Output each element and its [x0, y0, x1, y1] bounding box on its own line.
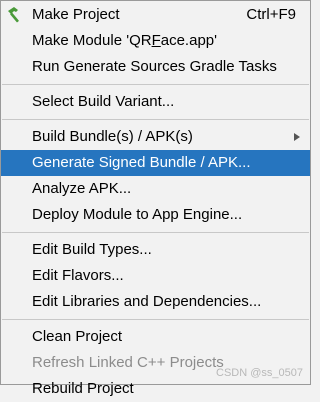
menu-item-make-module[interactable]: Make Module 'QRFace.app' [1, 28, 310, 54]
menu-item-edit-libraries[interactable]: Edit Libraries and Dependencies... [1, 289, 310, 315]
menu-separator [2, 232, 309, 233]
watermark: CSDN @ss_0507 [216, 367, 303, 379]
menu-item-label: Analyze APK... [32, 180, 132, 197]
menu-item-label: Build Bundle(s) / APK(s) [32, 128, 193, 145]
menu-item-label: Rebuild Project [32, 380, 134, 397]
menu-item-generate-signed-bundle[interactable]: Generate Signed Bundle / APK... [1, 150, 310, 176]
menu-separator [2, 119, 309, 120]
menu-item-label: Deploy Module to App Engine... [32, 206, 243, 223]
menu-item-deploy-module[interactable]: Deploy Module to App Engine... [1, 202, 310, 228]
menu-item-edit-build-types[interactable]: Edit Build Types... [1, 237, 310, 263]
shortcut-label: Ctrl+F9 [246, 6, 296, 23]
menu-item-clean-project[interactable]: Clean Project [1, 324, 310, 350]
menu-item-label: Refresh Linked C++ Projects [32, 354, 224, 371]
submenu-arrow-icon [294, 133, 300, 141]
menu-item-build-bundle-apk[interactable]: Build Bundle(s) / APK(s) [1, 124, 310, 150]
menu-item-label: Edit Libraries and Dependencies... [32, 293, 262, 310]
hammer-icon [6, 6, 24, 24]
menu-separator [2, 319, 309, 320]
menu-item-run-generate-sources[interactable]: Run Generate Sources Gradle Tasks [1, 54, 310, 80]
menu-item-make-project[interactable]: Make Project Ctrl+F9 [1, 2, 310, 28]
menu-item-label: Make Module 'QRFace.app' [32, 32, 217, 49]
menu-item-edit-flavors[interactable]: Edit Flavors... [1, 263, 310, 289]
menu-item-label: Clean Project [32, 328, 123, 345]
menu-item-label: Select Build Variant... [32, 93, 175, 110]
menu-item-label: Run Generate Sources Gradle Tasks [32, 58, 277, 75]
menu-item-label: Edit Flavors... [32, 267, 124, 284]
menu-item-rebuild-project[interactable]: Rebuild Project [1, 376, 310, 402]
menu-item-select-build-variant[interactable]: Select Build Variant... [1, 89, 310, 115]
menu-item-analyze-apk[interactable]: Analyze APK... [1, 176, 310, 202]
menu-item-label: Make Project [32, 6, 120, 23]
menu-item-label: Generate Signed Bundle / APK... [32, 154, 251, 171]
build-menu: Make Project Ctrl+F9 Make Module 'QRFace… [0, 0, 311, 397]
menu-separator [2, 84, 309, 85]
menu-item-label: Edit Build Types... [32, 241, 152, 258]
